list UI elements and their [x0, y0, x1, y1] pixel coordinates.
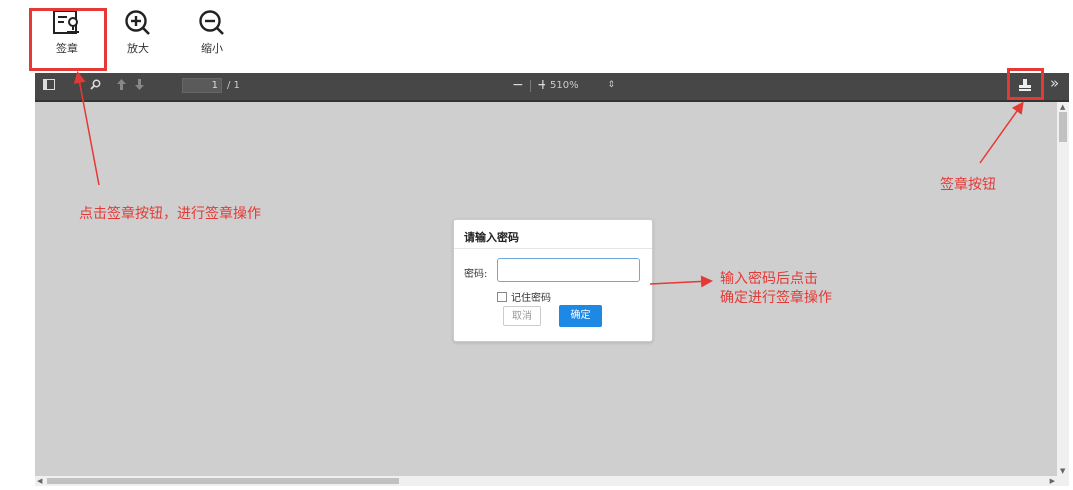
zoom-out-label: 缩小: [201, 42, 223, 55]
ok-button[interactable]: 确定: [559, 305, 602, 327]
sidebar-toggle-icon[interactable]: [43, 79, 55, 93]
scroll-right-icon[interactable]: ▶: [1050, 477, 1055, 485]
remember-password-label: 记住密码: [511, 293, 551, 304]
annotation-sign-button: 签章按钮: [940, 177, 996, 193]
annotation-enter-password-2: 确定进行签章操作: [720, 290, 832, 306]
select-arrow-icon: ⇕: [607, 80, 615, 90]
viewer-toolbar: 1 / 1 − + 510% ⇕ »: [35, 73, 1069, 102]
top-toolbar: 签章 放大 缩小: [0, 0, 1073, 72]
highlight-stamp-button: [1007, 68, 1044, 100]
vertical-scrollbar[interactable]: ▲ ▼: [1057, 102, 1069, 476]
horizontal-scrollbar[interactable]: ◀ ▶: [35, 476, 1069, 486]
annotation-enter-password-1: 输入密码后点击: [720, 271, 818, 287]
zoom-in-icon: [125, 10, 150, 35]
zoom-in-button[interactable]: 放大: [108, 8, 168, 68]
cancel-button[interactable]: 取消: [503, 306, 541, 326]
scroll-left-icon[interactable]: ◀: [37, 477, 42, 485]
scroll-up-icon[interactable]: ▲: [1060, 103, 1065, 111]
password-input[interactable]: [497, 258, 640, 282]
horizontal-scroll-thumb[interactable]: [47, 478, 399, 484]
more-tools-icon[interactable]: »: [1050, 76, 1059, 91]
previous-page-icon[interactable]: [117, 79, 126, 93]
vertical-scroll-thumb[interactable]: [1059, 112, 1067, 142]
zoom-separator: [530, 80, 531, 92]
highlight-sign-button: [29, 8, 107, 71]
password-dialog: 请输入密码 密码: 记住密码 取消 确定: [453, 219, 653, 342]
page-total: / 1: [227, 80, 240, 91]
dialog-divider: [454, 248, 652, 249]
zoom-select[interactable]: 510% ⇕: [545, 77, 621, 94]
remember-password-checkbox[interactable]: 记住密码: [497, 289, 551, 304]
page-number-input[interactable]: 1: [182, 78, 222, 93]
zoom-out-toolbar-button[interactable]: −: [512, 77, 524, 93]
password-label: 密码:: [464, 269, 488, 280]
checkbox-icon[interactable]: [497, 291, 507, 302]
next-page-icon[interactable]: [135, 79, 144, 93]
zoom-out-icon: [199, 10, 224, 35]
scroll-down-icon[interactable]: ▼: [1060, 467, 1065, 475]
annotation-click-sign: 点击签章按钮，进行签章操作: [79, 206, 261, 222]
zoom-in-label: 放大: [127, 42, 149, 55]
search-icon[interactable]: [90, 79, 101, 93]
zoom-out-button[interactable]: 缩小: [182, 8, 242, 68]
dialog-title: 请输入密码: [464, 231, 519, 244]
zoom-value: 510%: [550, 80, 579, 91]
